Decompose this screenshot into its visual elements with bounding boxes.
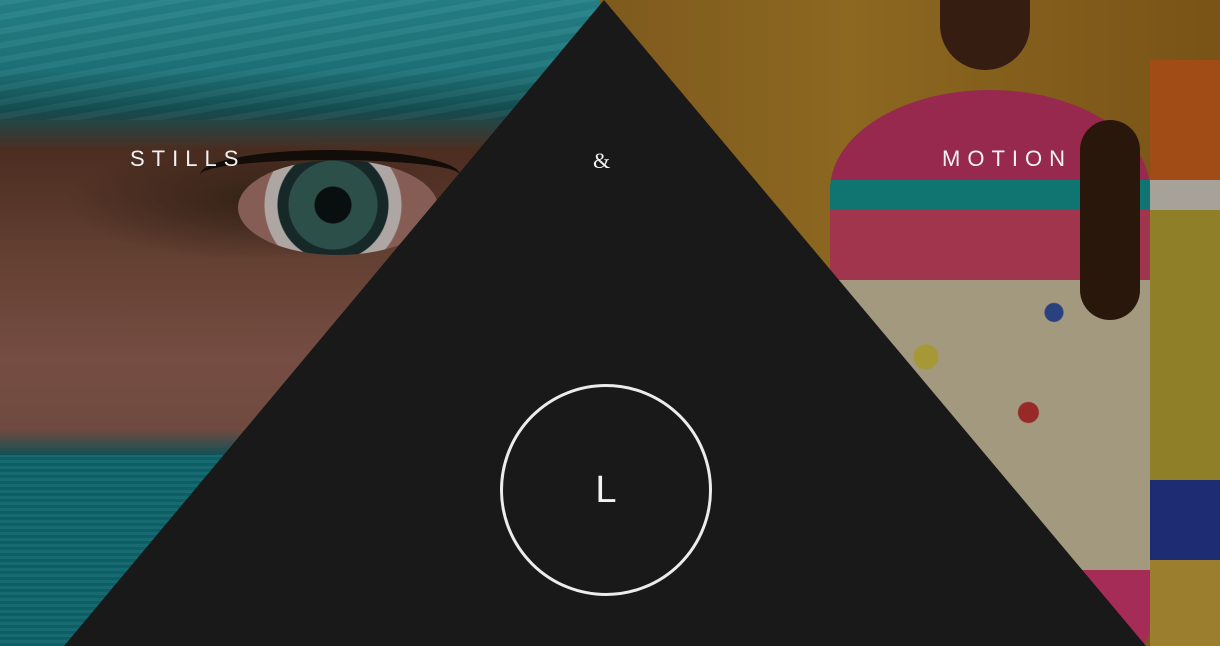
ampersand-separator: & — [593, 148, 611, 173]
nav-stills-link[interactable]: STILLS — [130, 146, 245, 172]
logo-circle-button[interactable]: L — [500, 384, 712, 596]
logo-letter: L — [595, 468, 617, 511]
landing-stage: STILLS & MOTION L — [0, 0, 1220, 646]
nav-motion-link[interactable]: MOTION — [942, 146, 1072, 172]
